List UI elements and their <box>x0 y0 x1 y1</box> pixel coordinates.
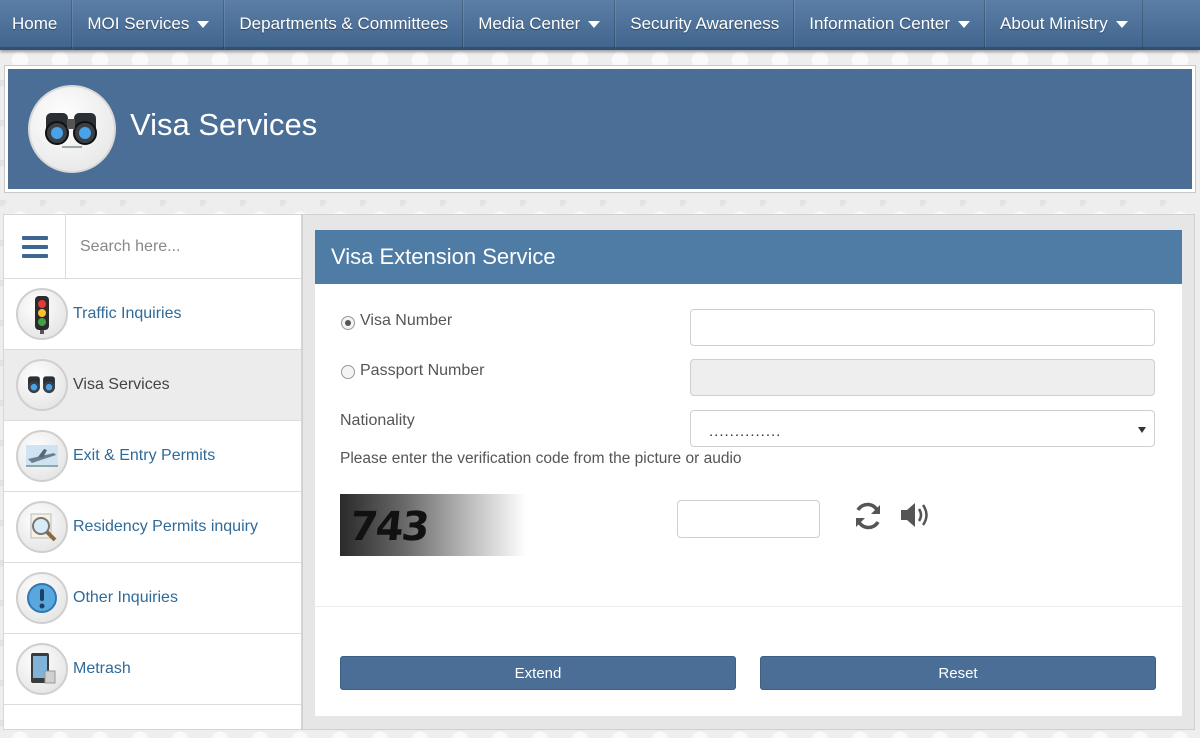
sidebar-item-residency-permits[interactable]: Residency Permits inquiry <box>4 492 301 563</box>
nav-departments-label: Departments & Committees <box>239 13 449 33</box>
nav-departments-committees[interactable]: Departments & Committees <box>224 0 464 49</box>
nav-information-center-label: Information Center <box>809 13 951 33</box>
sidebar-item-other-inquiries[interactable]: Other Inquiries <box>4 563 301 634</box>
airplane-icon <box>16 430 68 482</box>
nav-moi-services[interactable]: MOI Services <box>72 0 225 49</box>
magnifier-icon <box>16 501 68 553</box>
nav-security-awareness[interactable]: Security Awareness <box>615 0 795 49</box>
visa-extension-form: Visa Extension Service Visa Number Passp… <box>315 230 1182 716</box>
exclamation-icon <box>16 572 68 624</box>
passport-number-label: Passport Number <box>360 362 485 379</box>
visa-number-field[interactable] <box>690 309 1155 346</box>
nationality-label: Nationality <box>340 412 415 429</box>
sidebar-item-visa-services[interactable]: Visa Services <box>4 350 301 421</box>
verification-prompt: Please enter the verification code from … <box>340 450 742 467</box>
nav-media-center[interactable]: Media Center <box>463 0 616 49</box>
top-navigation: Home MOI Services Departments & Committe… <box>0 0 1200 50</box>
extend-button[interactable]: Extend <box>340 656 736 690</box>
visa-number-label: Visa Number <box>360 312 453 329</box>
nav-moi-services-label: MOI Services <box>87 13 190 33</box>
sidebar-item-label: Visa Services <box>73 376 170 393</box>
sidebar: Traffic Inquiries Visa Services Exit & E <box>3 214 302 730</box>
sidebar-item-label: Exit & Entry Permits <box>73 447 216 464</box>
hamburger-menu-icon[interactable] <box>4 215 66 279</box>
binoculars-icon <box>28 85 116 173</box>
sidebar-item-label: Traffic Inquiries <box>73 305 182 322</box>
nationality-select[interactable]: .............. <box>690 410 1155 447</box>
sidebar-item-exit-entry-permits[interactable]: Exit & Entry Permits <box>4 421 301 492</box>
phone-icon <box>16 643 68 695</box>
chevron-down-icon <box>958 21 971 28</box>
page-title: Visa Services <box>130 107 318 142</box>
nav-information-center[interactable]: Information Center <box>794 0 986 49</box>
nav-home[interactable]: Home <box>0 0 73 49</box>
captcha-text: 743 <box>347 504 430 550</box>
nav-security-awareness-label: Security Awareness <box>630 13 780 33</box>
reset-button[interactable]: Reset <box>760 656 1156 690</box>
chevron-down-icon <box>197 21 210 28</box>
nav-about-ministry[interactable]: About Ministry <box>985 0 1143 49</box>
sidebar-search-row <box>4 215 301 279</box>
binoculars-icon <box>16 359 68 411</box>
reset-button-label: Reset <box>938 664 978 682</box>
verification-code-input[interactable] <box>677 500 820 538</box>
chevron-down-icon <box>588 21 601 28</box>
captcha-image: 743 <box>340 494 526 556</box>
chevron-down-icon <box>1115 21 1128 28</box>
nav-home-label: Home <box>12 13 58 33</box>
form-title: Visa Extension Service <box>315 230 1182 284</box>
form-divider <box>315 606 1182 607</box>
refresh-icon[interactable] <box>851 499 885 538</box>
passport-number-radio[interactable] <box>341 365 355 379</box>
sidebar-item-label: Other Inquiries <box>73 589 178 606</box>
sidebar-item-metrash[interactable]: Metrash <box>4 634 301 705</box>
sidebar-item-traffic-inquiries[interactable]: Traffic Inquiries <box>4 279 301 350</box>
main-content: Visa Extension Service Visa Number Passp… <box>302 214 1195 730</box>
passport-number-field[interactable] <box>690 359 1155 396</box>
search-input[interactable] <box>66 215 301 278</box>
visa-number-radio[interactable] <box>341 316 355 330</box>
traffic-light-icon <box>16 288 68 340</box>
sidebar-item-label: Metrash <box>73 660 131 677</box>
page-banner: Visa Services <box>5 66 1195 192</box>
extend-button-label: Extend <box>514 664 562 682</box>
chevron-down-icon <box>1138 427 1146 433</box>
nav-media-center-label: Media Center <box>478 13 581 33</box>
nav-about-ministry-label: About Ministry <box>1000 13 1108 33</box>
audio-speaker-icon[interactable] <box>898 499 932 536</box>
nationality-selected-value: .............. <box>709 423 782 440</box>
sidebar-item-label: Residency Permits inquiry <box>73 518 258 535</box>
